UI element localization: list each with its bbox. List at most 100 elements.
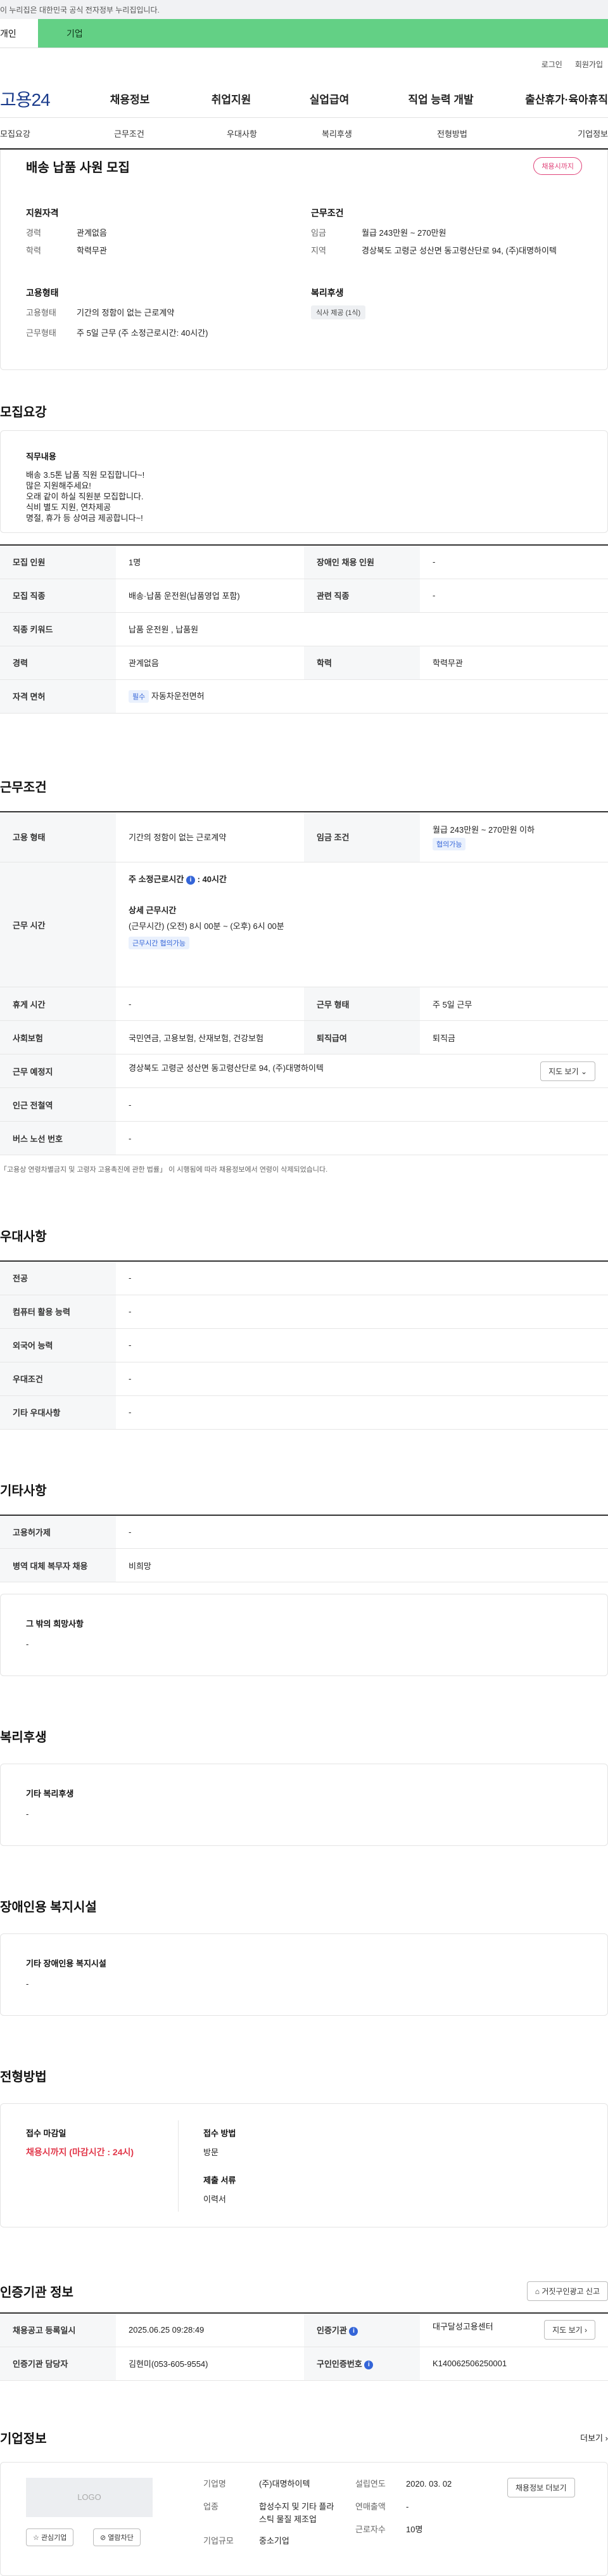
duty-card: 직무내용 배송 3.5톤 납품 직원 모집합니다~! 많은 지원해주세요! 오래…: [0, 430, 608, 533]
company-card: LOGO ☆ 관심기업 ⊘ 열람차단 기업명 (주)대명하이텍 업종 합성수지 및 …: [0, 2461, 608, 2576]
company-jobs-button[interactable]: 채용정보 더보기: [507, 2477, 575, 2497]
nav-jobs[interactable]: 채용정보: [77, 91, 182, 106]
age-note: 「고용상 연령차별금지 및 고령자 고용촉진에 관한 법률」 이 시행됨에 따라…: [0, 1166, 328, 1174]
agency-header: 인증기관 정보 ⌂ 거짓구인광고 신고: [0, 2278, 608, 2304]
table-row: 채용공고 등록일시 2025.06.25 09:28:49 인증기관 i 대구달성…: [0, 2313, 608, 2347]
gov-banner: 이 누리집은 대한민국 공식 전자정부 누리집입니다.: [0, 0, 608, 19]
tab-company[interactable]: 기업: [38, 19, 608, 48]
pref-table: 전공 - 컴퓨터 활용 능력 - 외국어 능력 - 우대조건 - 기타 우대사항 -: [0, 1260, 608, 1430]
site-logo[interactable]: 고용24: [0, 86, 77, 112]
table-row: 버스 노선 번호 -: [0, 1121, 608, 1155]
table-row: 자격 면허 필수 자동차운전면허: [0, 679, 608, 714]
etc-heading: 기타사항: [0, 1483, 47, 1498]
table-row: 컴퓨터 활용 능력 -: [0, 1295, 608, 1329]
nav-training[interactable]: 직업 능력 개발: [379, 91, 503, 106]
section-tab-welfare[interactable]: 복리후생: [322, 127, 437, 139]
table-row: 기타 우대사항 -: [0, 1395, 608, 1430]
duty-content: 배송 3.5톤 납품 직원 모집합니다~! 많은 지원해주세요! 오래 같이 하…: [26, 470, 145, 523]
main-nav: 고용24 채용정보 취업지원 실업급여 직업 능력 개발 출산휴가·육아휴직: [0, 80, 608, 118]
table-row: 우대조건 -: [0, 1362, 608, 1396]
etc-table: 고용허가제 - 병역 대체 복무자 채용 비희망: [0, 1514, 608, 1582]
company-info: 기업명 (주)대명하이텍 업종 합성수지 및 기타 플라스틱 물질 제조업 기업규모…: [203, 2478, 334, 2546]
table-row: 근무 시간 주 소정근로시간 i : 40시간 상세 근무시간 (근무시간) (…: [0, 862, 608, 987]
welfare-card: 기타 복리후생 -: [0, 1764, 608, 1846]
map-button[interactable]: 지도 보기 ⌄: [540, 1061, 595, 1081]
nav-unemployment[interactable]: 실업급여: [280, 91, 379, 106]
star-icon: ☆: [33, 2534, 39, 2542]
megaphone-icon: ⌂: [535, 2286, 540, 2296]
summary-card: 배송 납품 사원 모집 채용시까지 지원자격 경력 관계없음 학력 학력무관 근무조…: [0, 150, 608, 370]
table-row: 모집 직종 배송·납품 운전원(납품영업 포함) 관련 직종 -: [0, 579, 608, 613]
negotiable-tag: 협의가능: [433, 838, 466, 851]
table-row: 직종 키워드 납품 운전원 , 납품원: [0, 612, 608, 646]
chevron-right-icon: ›: [585, 2326, 587, 2335]
job-title: 배송 납품 사원 모집: [26, 161, 130, 175]
deadline-value: 채용시까지 (마감시간 : 24시): [26, 2147, 134, 2157]
nav-parental-leave[interactable]: 출산휴가·육아휴직: [503, 91, 608, 106]
table-row: 인근 전철역 -: [0, 1087, 608, 1122]
divider: [178, 2120, 179, 2212]
table-row: 휴게 시간 - 근무 형태 주 5일 근무: [0, 987, 608, 1021]
agency-map-button[interactable]: 지도 보기 ›: [544, 2320, 595, 2340]
table-row: 병역 대체 복무자 채용 비희망: [0, 1548, 608, 1582]
agency-table: 채용공고 등록일시 2025.06.25 09:28:49 인증기관 i 대구달성…: [0, 2312, 608, 2381]
selection-card: 접수 마감일 채용시까지 (마감시간 : 24시) 접수 방법 방문 제출 서류…: [0, 2103, 608, 2227]
pref-heading: 우대사항: [0, 1230, 47, 1244]
section-tab-company[interactable]: 기업정보: [540, 127, 608, 139]
qual-list: 경력 관계없음 학력 학력무관: [26, 228, 107, 255]
info-icon[interactable]: i: [349, 2326, 358, 2336]
section-nav: 모집요강 근무조건 우대사항 복리후생 전형방법 기업정보: [0, 118, 608, 150]
interest-button[interactable]: ☆ 관심기업: [26, 2528, 74, 2546]
company-logo: LOGO: [26, 2477, 153, 2517]
chevron-right-icon: ›: [605, 2433, 608, 2443]
table-row: 고용허가제 -: [0, 1515, 608, 1549]
table-row: 외국어 능력 -: [0, 1328, 608, 1362]
company-header: 기업정보 더보기 ›: [0, 2425, 608, 2451]
nav-employment-support[interactable]: 취업지원: [182, 91, 280, 106]
selection-heading: 전형방법: [0, 2070, 47, 2084]
emp-title: 고용형태: [26, 288, 59, 298]
info-icon[interactable]: i: [186, 875, 195, 885]
qual-title: 지원자격: [26, 208, 59, 218]
section-tab-recruit[interactable]: 모집요강: [0, 127, 114, 139]
table-row: 고용 형태 기간의 정함이 없는 근로계약 임금 조건 월급 243만원 ~ 27…: [0, 811, 608, 862]
disabled-card: 기타 장애인용 복지시설 -: [0, 1933, 608, 2016]
util-bar: 로그인 회원가입: [0, 48, 608, 80]
work-table: 고용 형태 기간의 정함이 없는 근로계약 임금 조건 월급 243만원 ~ 27…: [0, 811, 608, 1155]
recruit-heading: 모집요강: [0, 406, 47, 420]
report-button[interactable]: ⌂ 거짓구인광고 신고: [526, 2281, 608, 2301]
deadline-badge: 채용시까지: [533, 157, 582, 175]
top-tabs: 개인 기업: [0, 19, 608, 48]
cond-title: 근무조건: [311, 208, 344, 218]
emp-list: 고용형태 기간의 정함이 없는 근로계약 근무형태 주 5일 근무 (주 소정근로시…: [26, 308, 208, 338]
company-heading: 기업정보: [0, 2432, 47, 2446]
section-tab-pref[interactable]: 우대사항: [227, 127, 322, 139]
chevron-down-icon: ⌄: [580, 1067, 587, 1076]
block-button[interactable]: ⊘ 열람차단: [93, 2528, 141, 2546]
table-row: 근무 예정지 경상북도 고령군 성산면 동고령산단로 94, (주)대명하이텍 지…: [0, 1054, 608, 1088]
table-row: 사회보험 국민연금, 고용보험, 산재보험, 건강보험 퇴직급여 퇴직금: [0, 1020, 608, 1054]
cond-list: 임금 월급 243만원 ~ 270만원 지역 경상북도 고령군 성산면 동고령산단로…: [311, 228, 557, 255]
join-link[interactable]: 회원가입: [575, 59, 603, 70]
table-row: 경력 관계없음 학력 학력무관: [0, 646, 608, 680]
welfare-title: 복리후생: [311, 288, 344, 298]
table-row: 모집 인원 1명 장애인 채용 인원 -: [0, 545, 608, 579]
welfare-heading: 복리후생: [0, 1731, 47, 1745]
login-link[interactable]: 로그인: [542, 59, 562, 70]
table-row: 인증기관 담당자 김현미(053-605-9554) 구인인증번호 i K1400…: [0, 2347, 608, 2381]
agency-heading: 인증기관 정보: [0, 2285, 73, 2300]
table-row: 전공 -: [0, 1261, 608, 1295]
section-tab-selection[interactable]: 전형방법: [437, 127, 540, 139]
section-tab-work[interactable]: 근무조건: [114, 127, 227, 139]
work-heading: 근무조건: [0, 780, 47, 795]
time-negotiable-tag: 근무시간 협의가능: [129, 937, 190, 949]
tab-personal[interactable]: 개인: [0, 19, 38, 48]
company-more-link[interactable]: 더보기 ›: [580, 2432, 608, 2444]
disabled-heading: 장애인용 복지시설: [0, 1900, 97, 1914]
info-icon[interactable]: i: [364, 2360, 374, 2369]
welfare-chip: 식사 제공 (1식): [311, 305, 366, 319]
other-card: 그 밖의 희망사항 -: [0, 1594, 608, 1676]
required-tag: 필수: [129, 690, 149, 703]
block-icon: ⊘: [100, 2534, 106, 2542]
recruit-table: 모집 인원 1명 장애인 채용 인원 - 모집 직종 배송·납품 운전원(납품영업 포…: [0, 544, 608, 714]
